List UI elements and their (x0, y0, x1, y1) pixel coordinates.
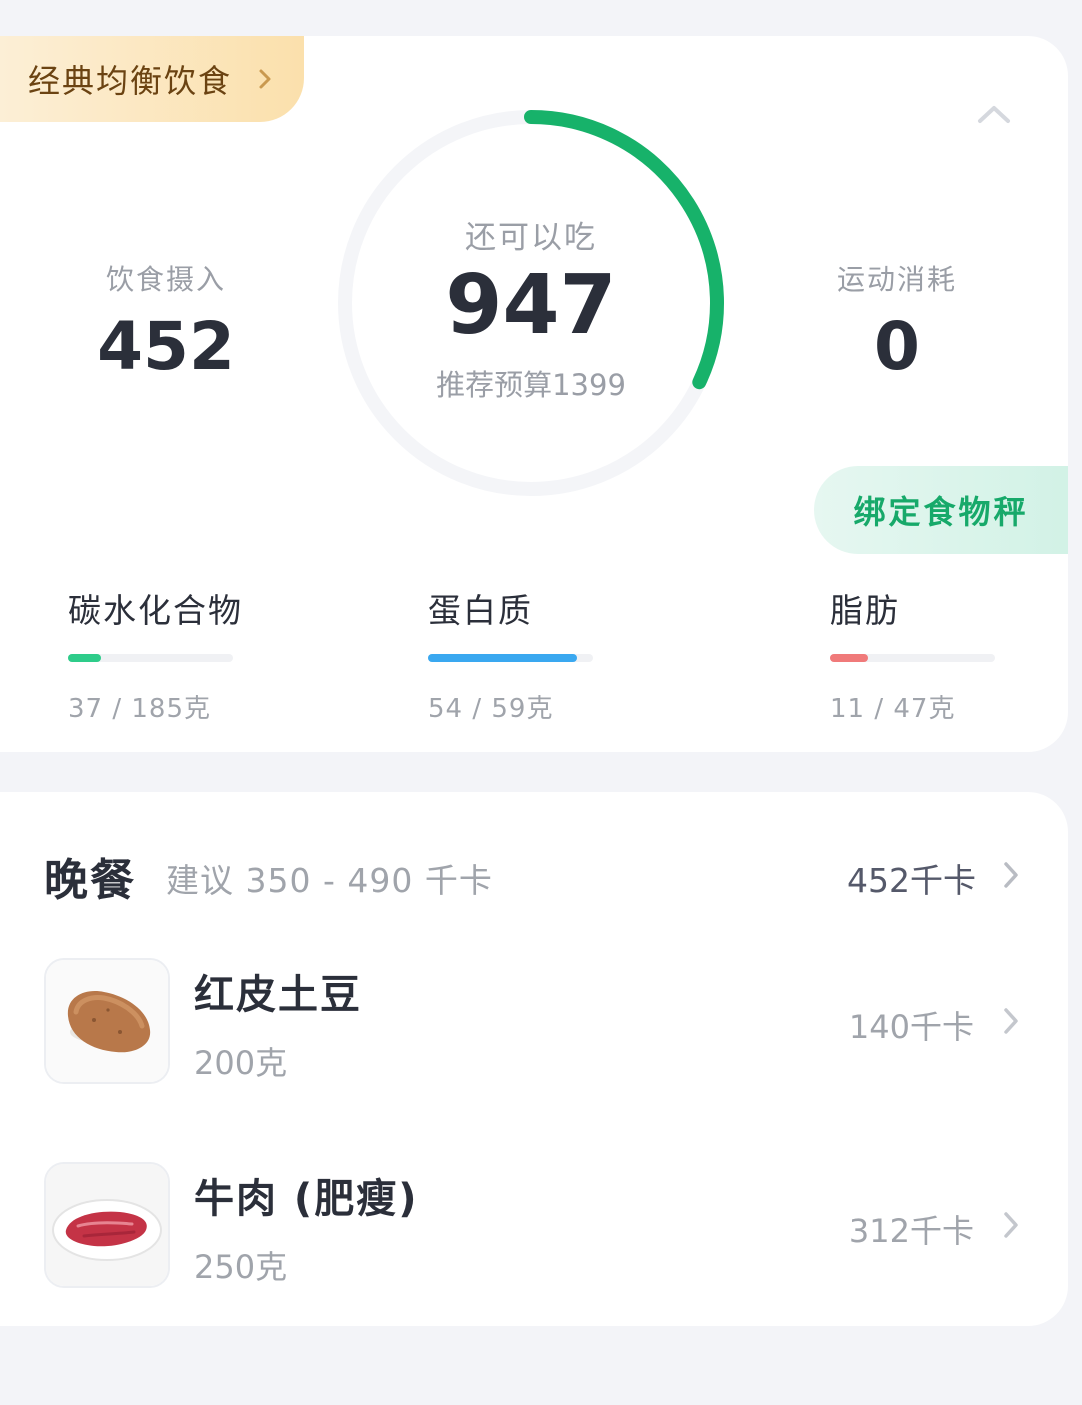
food-kcal: 140千卡 (848, 1008, 974, 1046)
macro-name: 碳水化合物 (68, 591, 243, 630)
exercise-caption: 运动消耗 (836, 263, 957, 296)
food-thumbnail-potato (44, 958, 170, 1084)
chevron-right-icon (259, 69, 271, 89)
meal-total-kcal: 452千卡 (847, 861, 976, 900)
macro-amount: 11 / 47克 (830, 694, 956, 724)
chevron-right-icon (1004, 1008, 1018, 1034)
macro-amount: 37 / 185克 (68, 694, 211, 724)
meal-suggestion: 建议 350 - 490 千卡 (166, 861, 493, 900)
chevron-right-icon (1004, 862, 1018, 888)
budget-label: 推荐预算1399 (436, 368, 626, 402)
macro-name: 蛋白质 (428, 591, 533, 630)
macro-name: 脂肪 (830, 591, 900, 630)
diet-plan-tag[interactable]: 经典均衡饮食 (0, 36, 304, 122)
remaining-value: 947 (445, 258, 617, 353)
remaining-caption: 还可以吃 (465, 220, 597, 256)
food-weight: 250克 (194, 1248, 288, 1286)
macro-progress-fill (428, 654, 577, 662)
macro-progress-track (428, 654, 593, 662)
meal-header[interactable]: 晚餐 建议 350 - 490 千卡 452千卡 (44, 844, 1024, 906)
potato-image (46, 960, 168, 1082)
diet-summary-card: 经典均衡饮食 还可以吃 947 推荐预算1399 饮食摄入 452 运动消耗 0… (0, 36, 1068, 752)
bind-food-scale-button[interactable]: 绑定食物秤 (814, 466, 1068, 554)
macro-progress-track (830, 654, 995, 662)
food-weight: 200克 (194, 1044, 288, 1082)
macro-amount: 54 / 59克 (428, 694, 554, 724)
macro-progress-track (68, 654, 233, 662)
macro-carbs: 碳水化合物 37 / 185克 (68, 584, 308, 725)
food-item[interactable]: 红皮土豆 200克 140千卡 (44, 958, 1024, 1084)
exercise-stat: 运动消耗 0 (777, 258, 1017, 385)
food-name: 红皮土豆 (194, 972, 362, 1018)
macro-fat: 脂肪 11 / 47克 (830, 584, 1070, 725)
food-name: 牛肉 (肥瘦) (194, 1176, 419, 1222)
beef-image (46, 1164, 168, 1286)
chevron-up-icon[interactable] (976, 102, 1012, 126)
intake-value: 452 (97, 308, 235, 385)
food-item[interactable]: 牛肉 (肥瘦) 250克 312千卡 (44, 1162, 1024, 1288)
diet-plan-label: 经典均衡饮食 (28, 62, 233, 100)
food-kcal: 312千卡 (848, 1212, 974, 1250)
meal-title: 晚餐 (44, 855, 136, 906)
food-thumbnail-beef (44, 1162, 170, 1288)
intake-stat: 饮食摄入 452 (46, 258, 286, 385)
macro-progress-fill (830, 654, 868, 662)
dinner-card: 晚餐 建议 350 - 490 千卡 452千卡 红皮土豆 200克 140千卡 (0, 792, 1068, 1326)
macro-progress-fill (68, 654, 101, 662)
intake-caption: 饮食摄入 (105, 263, 226, 296)
chevron-right-icon (1004, 1212, 1018, 1238)
macro-protein: 蛋白质 54 / 59克 (428, 584, 668, 725)
exercise-value: 0 (874, 308, 920, 385)
